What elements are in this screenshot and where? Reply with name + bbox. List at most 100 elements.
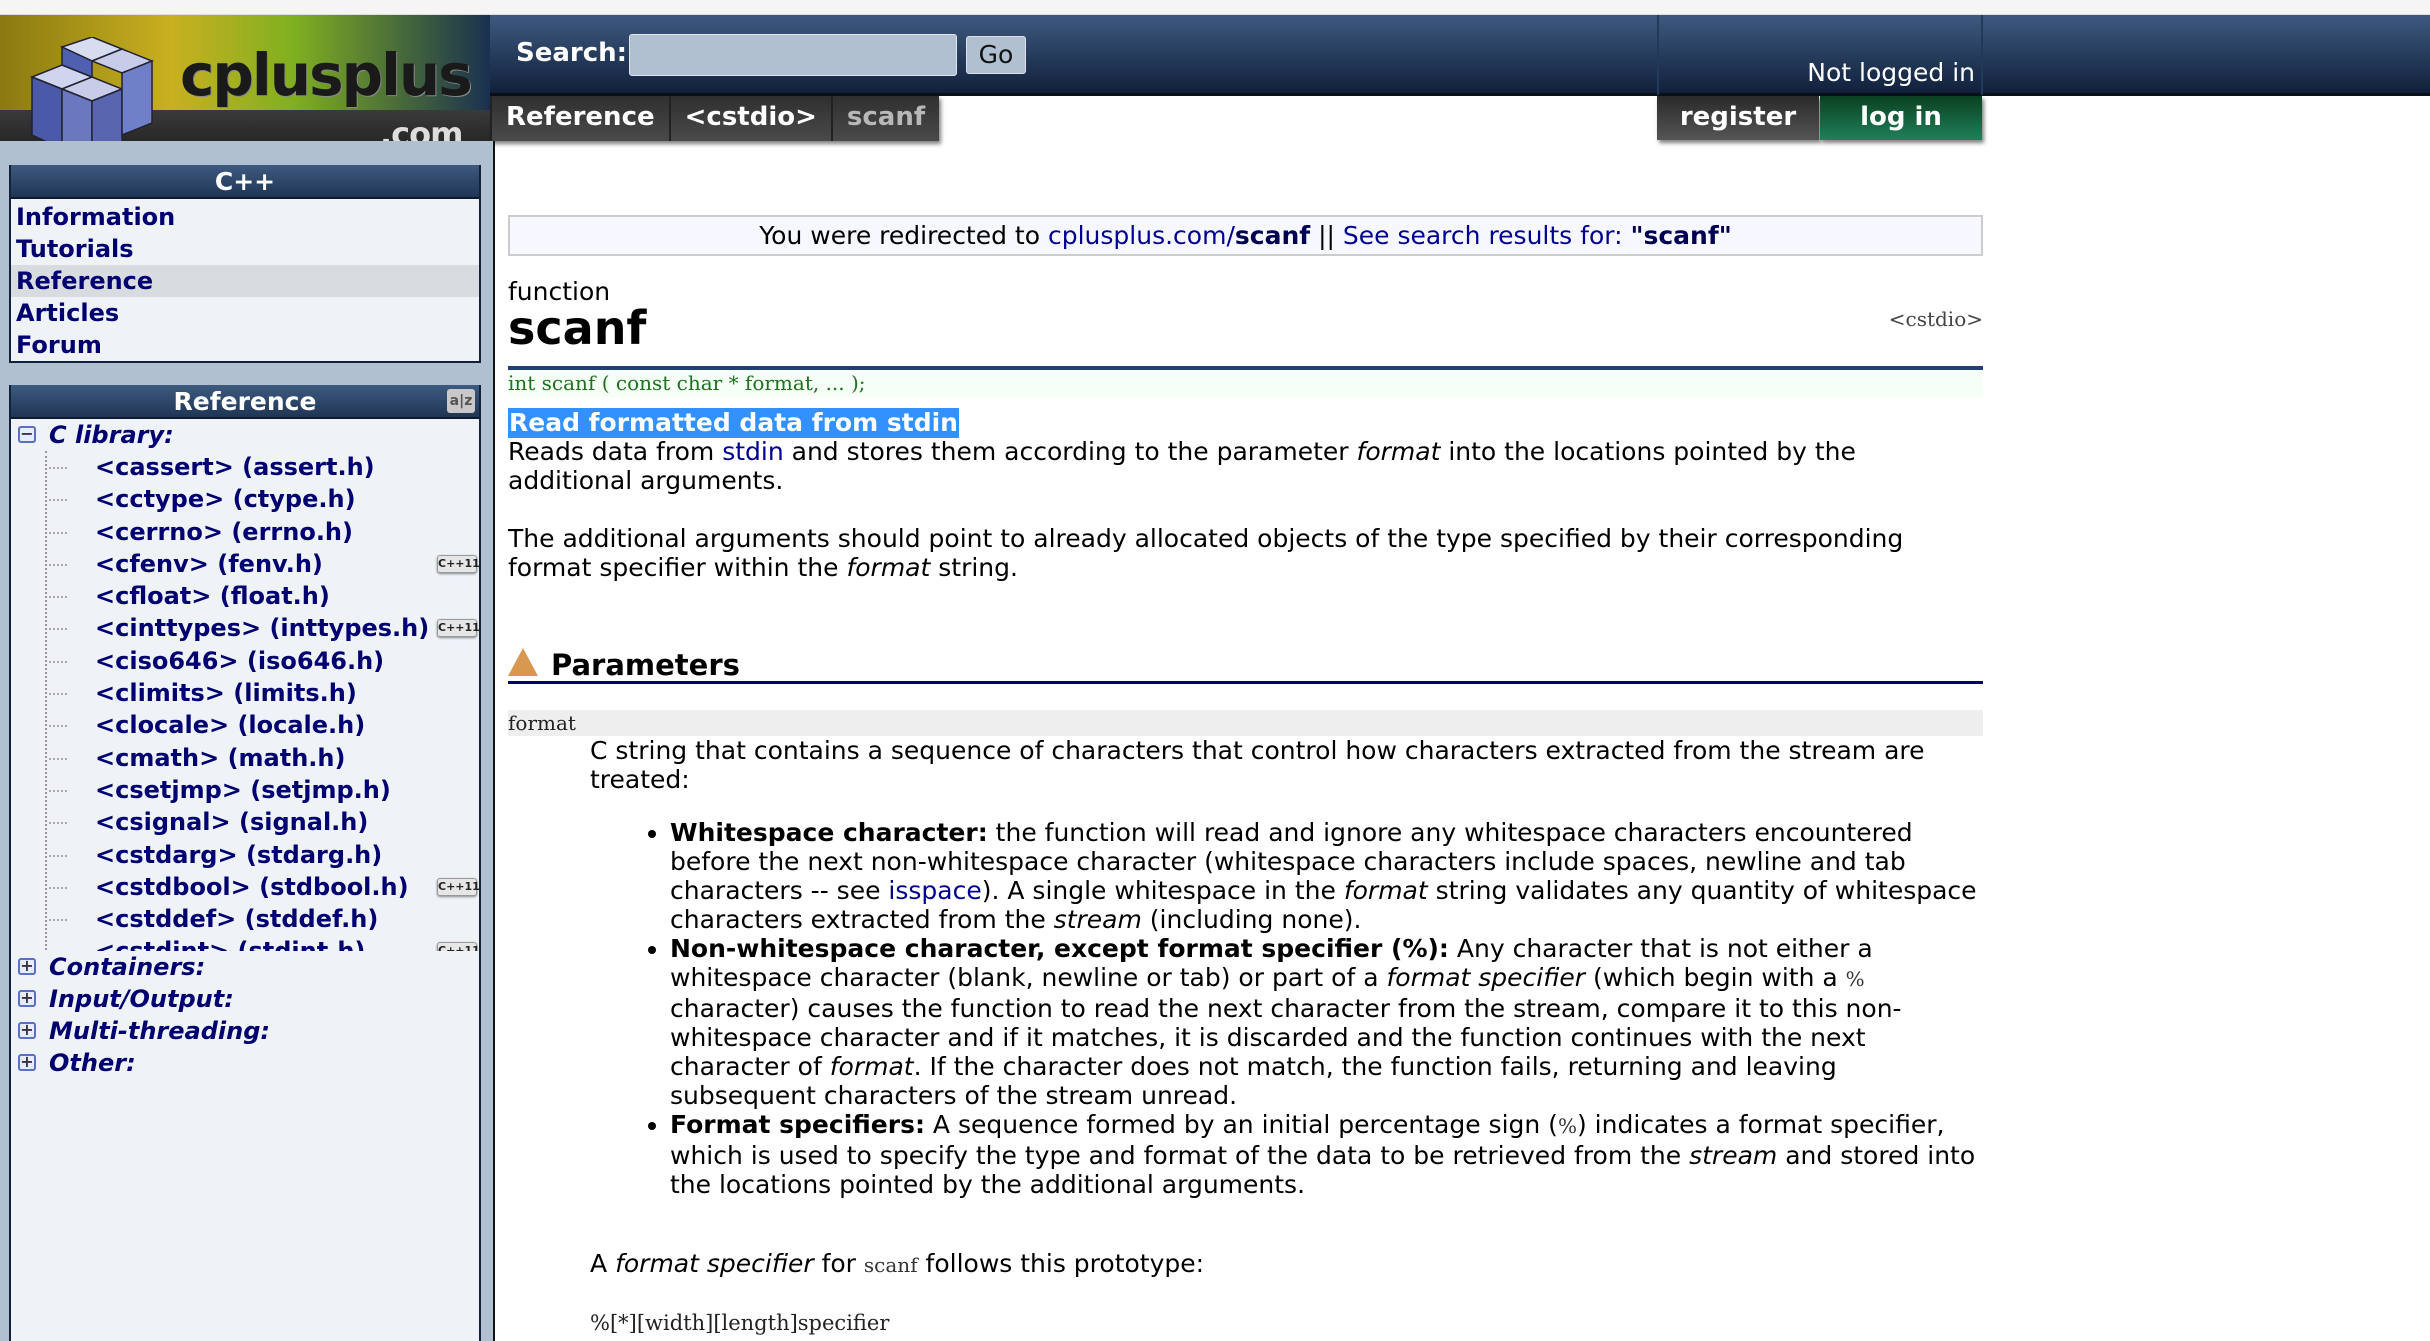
tree-category-label: Containers: bbox=[49, 953, 206, 981]
list-item: Whitespace character: the function will … bbox=[670, 818, 1983, 934]
short-description: Read formatted data from stdin bbox=[508, 408, 959, 438]
isspace-link[interactable]: isspace bbox=[888, 876, 981, 905]
sidebar-item-tutorials[interactable]: Tutorials bbox=[11, 233, 479, 265]
cpp-panel: C++ Information Tutorials Reference Arti… bbox=[9, 165, 481, 363]
logo-cubes-icon bbox=[29, 37, 155, 141]
tree-category-label: Input/Output: bbox=[49, 985, 234, 1013]
text-bold: Non-whitespace character, except format … bbox=[670, 934, 1449, 963]
expand-icon[interactable]: + bbox=[18, 958, 36, 975]
tree-item[interactable]: <cstdint> (stdint.h) C++11 bbox=[47, 935, 479, 951]
inline-code: scanf bbox=[863, 1253, 918, 1277]
cpp11-badge-icon: C++11 bbox=[437, 877, 479, 896]
login-status-box: Not logged in bbox=[1657, 15, 1983, 95]
tree-item[interactable]: <cmath> (math.h) bbox=[47, 742, 479, 774]
tree-category-c-library[interactable]: − C library: bbox=[11, 419, 479, 451]
search-go-button[interactable]: Go bbox=[966, 36, 1026, 74]
tree-item[interactable]: <cassert> (assert.h) bbox=[47, 451, 479, 483]
expand-icon[interactable]: + bbox=[18, 1054, 36, 1071]
tree-item-label: <cfenv> (fenv.h) bbox=[95, 549, 323, 578]
tree-item-label: <cstdint> (stdint.h) bbox=[95, 937, 365, 951]
login-button[interactable]: log in bbox=[1820, 96, 1982, 140]
header-library-link[interactable]: <cstdio> bbox=[1889, 307, 1983, 331]
breadcrumb-cstdio[interactable]: <cstdio> bbox=[668, 96, 831, 141]
text-emphasis: format specifier bbox=[615, 1249, 814, 1278]
reference-tree[interactable]: − C library: <cassert> (assert.h) <cctype… bbox=[11, 419, 479, 951]
register-button[interactable]: register bbox=[1657, 96, 1819, 140]
tree-category[interactable]: + Containers: bbox=[11, 951, 479, 983]
function-prototype: int scanf ( const char * format, ... ); bbox=[508, 370, 1983, 397]
tree-category[interactable]: + Input/Output: bbox=[11, 983, 479, 1015]
tree-item-label: <cinttypes> (inttypes.h) bbox=[95, 614, 430, 643]
tree-category-label: Multi-threading: bbox=[49, 1017, 270, 1045]
expand-icon[interactable]: + bbox=[18, 990, 36, 1007]
sidebar-item-reference[interactable]: Reference bbox=[11, 265, 479, 297]
text: and stores them according to the paramet… bbox=[783, 437, 1357, 466]
stdin-link[interactable]: stdin bbox=[722, 437, 784, 466]
param-name-format: format bbox=[508, 710, 1983, 736]
parameters-section-header: Parameters bbox=[508, 644, 1983, 684]
text: for bbox=[813, 1249, 864, 1278]
search-results-link[interactable]: See search results for: "scanf" bbox=[1343, 221, 1732, 250]
logo-text: cplusplus bbox=[180, 41, 473, 109]
text: A bbox=[590, 1249, 616, 1278]
site-logo[interactable]: cplusplus .com bbox=[0, 15, 490, 141]
text-bold: Whitespace character: bbox=[670, 818, 988, 847]
redirect-separator: || bbox=[1310, 221, 1343, 250]
tree-category[interactable]: + Other: bbox=[11, 1047, 479, 1079]
expand-icon[interactable]: + bbox=[18, 1022, 36, 1039]
tree-item-label: <cfloat> (float.h) bbox=[95, 582, 330, 611]
tree-item-label: <cmath> (math.h) bbox=[95, 743, 346, 772]
text: follows this prototype: bbox=[917, 1249, 1205, 1278]
tree-item[interactable]: <cstdbool> (stdbool.h) C++11 bbox=[47, 871, 479, 903]
text: ). A single whitespace in the bbox=[981, 876, 1344, 905]
text-emphasis: stream bbox=[1689, 1141, 1778, 1170]
breadcrumb-reference[interactable]: Reference bbox=[490, 96, 669, 141]
tree-item[interactable]: <cfloat> (float.h) bbox=[47, 580, 479, 612]
tree-item[interactable]: <cstdarg> (stdarg.h) bbox=[47, 839, 479, 871]
cpp-panel-title: C++ bbox=[11, 165, 479, 199]
logo-domain: .com bbox=[380, 115, 463, 141]
text: (which begin with a bbox=[1585, 963, 1846, 992]
sidebar-item-information[interactable]: Information bbox=[11, 201, 479, 233]
text: A sequence formed by an initial percenta… bbox=[924, 1110, 1558, 1139]
tree-item-label: <ciso646> (iso646.h) bbox=[95, 646, 385, 675]
search-results-term: "scanf" bbox=[1630, 221, 1732, 250]
sidebar-item-articles[interactable]: Articles bbox=[11, 297, 479, 329]
cpp11-badge-icon: C++11 bbox=[437, 554, 479, 573]
reference-panel-title-text: Reference bbox=[173, 387, 317, 416]
tree-item-label: <csetjmp> (setjmp.h) bbox=[95, 775, 391, 804]
tree-item-label: <cstdarg> (stdarg.h) bbox=[95, 840, 383, 869]
collapse-icon[interactable]: − bbox=[18, 426, 36, 443]
list-item: Non-whitespace character, except format … bbox=[670, 934, 1983, 1110]
tree-item[interactable]: <cctype> (ctype.h) bbox=[47, 483, 479, 515]
redirect-link-page: scanf bbox=[1234, 221, 1311, 250]
tree-category[interactable]: + Multi-threading: bbox=[11, 1015, 479, 1047]
text: Reads data from bbox=[508, 437, 723, 466]
tree-item[interactable]: <cerrno> (errno.h) bbox=[47, 516, 479, 548]
sort-az-icon[interactable]: a|z bbox=[447, 389, 475, 413]
text-bold: Format specifiers: bbox=[670, 1110, 925, 1139]
tree-item-label: <clocale> (locale.h) bbox=[95, 711, 366, 740]
tree-item[interactable]: <cinttypes> (inttypes.h) C++11 bbox=[47, 612, 479, 644]
tree-item[interactable]: <ciso646> (iso646.h) bbox=[47, 645, 479, 677]
description-paragraph-2: The additional arguments should point to… bbox=[508, 524, 1983, 582]
tree-item[interactable]: <cfenv> (fenv.h) C++11 bbox=[47, 548, 479, 580]
cpp11-badge-icon: C++11 bbox=[437, 942, 479, 951]
redirect-link[interactable]: cplusplus.com/scanf bbox=[1048, 221, 1310, 250]
param-description: C string that contains a sequence of cha… bbox=[590, 736, 1925, 794]
text-emphasis: format bbox=[829, 1052, 914, 1081]
search-input[interactable] bbox=[629, 34, 957, 76]
sidebar-item-forum[interactable]: Forum bbox=[11, 329, 479, 361]
tree-category-label: C library: bbox=[49, 421, 174, 449]
search-label: Search: bbox=[516, 38, 628, 68]
redirect-link-host: cplusplus.com/ bbox=[1047, 221, 1235, 250]
inline-code: % bbox=[1845, 967, 1865, 991]
tree-item[interactable]: <cstddef> (stddef.h) bbox=[47, 903, 479, 935]
cpp11-badge-icon: C++11 bbox=[437, 619, 479, 638]
tree-item[interactable]: <climits> (limits.h) bbox=[47, 677, 479, 709]
tree-item[interactable]: <clocale> (locale.h) bbox=[47, 709, 479, 741]
tree-item[interactable]: <csignal> (signal.h) bbox=[47, 806, 479, 838]
page-title: scanf bbox=[508, 301, 647, 355]
tree-item[interactable]: <csetjmp> (setjmp.h) bbox=[47, 774, 479, 806]
text-emphasis: format bbox=[846, 553, 931, 582]
